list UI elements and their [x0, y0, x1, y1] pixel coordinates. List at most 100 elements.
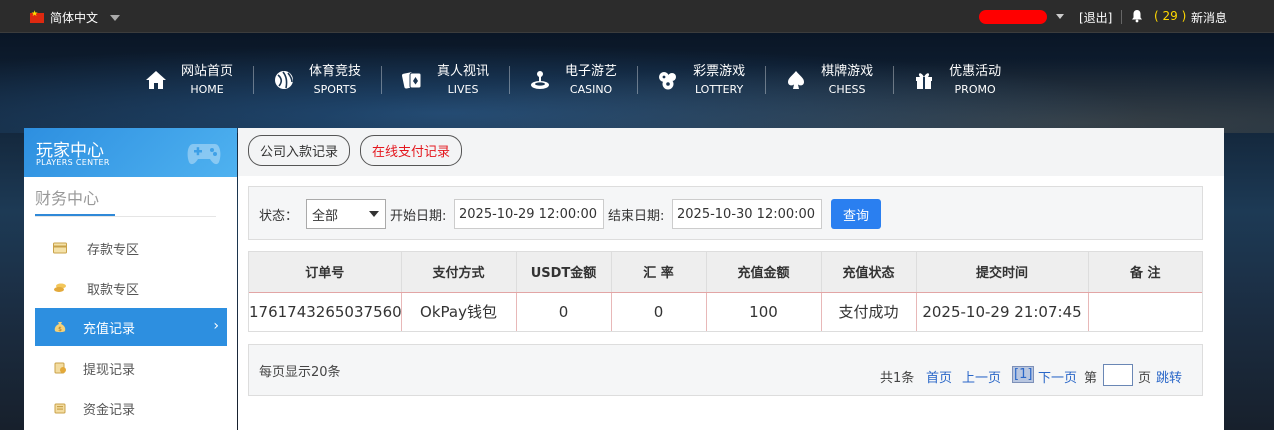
- tab-online-payment-records[interactable]: 在线支付记录: [360, 135, 462, 166]
- goto-prefix: 第: [1084, 371, 1098, 386]
- nav-item-home[interactable]: 网站首页 HOME: [125, 58, 253, 102]
- nav-item-chess[interactable]: 棋牌游戏 CHESS: [765, 58, 893, 102]
- nav-item-lottery[interactable]: 彩票游戏 LOTTERY: [637, 58, 765, 102]
- nav-label-zh: 棋牌游戏: [821, 64, 874, 79]
- header-recharge-amount: 充值金额: [706, 252, 822, 293]
- nav-label-en: LOTTERY: [694, 83, 744, 96]
- gift-icon: [916, 73, 933, 89]
- message-count[interactable]: ( 29 ): [1154, 9, 1186, 23]
- header-remark: 备 注: [1088, 252, 1202, 293]
- players-center-header: 玩家中心 PLAYERS CENTER: [24, 128, 237, 177]
- sidebar-item-label: 存款专区: [87, 242, 140, 258]
- sidebar-item-label: 充值记录: [83, 321, 136, 337]
- money-bag-icon: $: [54, 322, 66, 333]
- spade-icon: [788, 71, 805, 89]
- record-tabs: 公司入款记录 在线支付记录: [238, 128, 1224, 176]
- header-payment-method: 支付方式: [401, 252, 517, 293]
- header-usdt-amount: USDT金额: [516, 252, 612, 293]
- cell-recharge-status: 支付成功: [821, 292, 917, 331]
- jump-link[interactable]: 跳转: [1156, 367, 1182, 386]
- table-row: 1761743265037560 OkPay钱包 0 0 100 支付成功 20…: [249, 292, 1202, 331]
- nav-label-en: HOME: [190, 83, 224, 96]
- start-date-input[interactable]: 2025-10-29 12:00:00: [454, 199, 604, 229]
- language-selector[interactable]: 简体中文: [30, 9, 121, 26]
- finance-section-title: 财务中心: [35, 189, 100, 208]
- next-page-link[interactable]: 下一页: [1038, 367, 1077, 386]
- nav-label-zh: 彩票游戏: [693, 64, 746, 79]
- section-underline: [35, 214, 115, 216]
- sidebar-item-funds-records[interactable]: 资金记录: [35, 389, 227, 427]
- end-date-input[interactable]: 2025-10-30 12:00:00: [672, 199, 822, 229]
- header-recharge-status: 充值状态: [821, 252, 917, 293]
- ball-icon: [275, 71, 294, 89]
- nav-label-zh: 优惠活动: [949, 64, 1002, 79]
- home-icon: [146, 71, 166, 89]
- total-count: 共1条: [880, 371, 915, 386]
- end-date-label: 结束日期:: [608, 209, 665, 224]
- nav-label-zh: 网站首页: [181, 64, 234, 79]
- cell-recharge-amount: 100: [706, 292, 822, 331]
- funds-record-icon: [54, 403, 66, 414]
- players-center-subtitle: PLAYERS CENTER: [36, 158, 110, 167]
- deposit-card-icon: [53, 242, 67, 254]
- sidebar-item-label: 提现记录: [83, 362, 136, 378]
- status-select-value: 全部: [312, 208, 339, 224]
- cell-payment-method: OkPay钱包: [401, 292, 517, 331]
- cell-exchange-rate: 0: [611, 292, 707, 331]
- chevron-right-icon: ›: [213, 318, 219, 334]
- cell-usdt-amount: 0: [516, 292, 612, 331]
- tab-company-deposit-records[interactable]: 公司入款记录: [248, 135, 350, 166]
- divider: [1121, 10, 1122, 24]
- sidebar-item-deposit[interactable]: 存款专区: [35, 229, 227, 267]
- table-header-row: 订单号 支付方式 USDT金额 汇 率 充值金额 充值状态 提交时间 备 注: [249, 252, 1202, 293]
- redacted-username: [979, 10, 1047, 24]
- first-page-link[interactable]: 首页: [926, 367, 952, 386]
- per-page-text: 每页显示20条: [259, 365, 341, 380]
- records-table-wrapper: 订单号 支付方式 USDT金额 汇 率 充值金额 充值状态 提交时间 备 注 1…: [248, 251, 1203, 332]
- start-date-label: 开始日期:: [390, 209, 447, 224]
- current-page[interactable]: [1]: [1012, 366, 1035, 383]
- goto-suffix: 页: [1138, 371, 1152, 386]
- main-nav: 网站首页 HOME 体育竞技 SPORTS 真人视讯 LIVES 电子游艺 CASINO…: [125, 58, 1021, 102]
- nav-item-casino[interactable]: 电子游艺 CASINO: [509, 58, 637, 102]
- status-select[interactable]: 全部: [306, 199, 386, 229]
- new-messages-link[interactable]: 新消息: [1191, 9, 1227, 26]
- nav-label-zh: 体育竞技: [309, 64, 362, 79]
- chevron-down-icon: [369, 211, 379, 217]
- sidebar-item-recharge-records[interactable]: $ 充值记录 ›: [35, 308, 227, 346]
- sidebar-item-withdraw-records[interactable]: 提现记录: [35, 349, 227, 387]
- user-area: [退出] ( 29 ) 新消息: [944, 0, 1274, 33]
- nav-item-promo[interactable]: 优惠活动 PROMO: [893, 58, 1021, 102]
- header-exchange-rate: 汇 率: [611, 252, 707, 293]
- nav-label-en: CHESS: [828, 83, 866, 96]
- gamepad-icon: [187, 144, 221, 165]
- bell-icon[interactable]: [1130, 9, 1144, 23]
- pagination-bar: 每页显示20条 共1条 首页 上一页 [1] 下一页 第 页 跳转: [248, 344, 1203, 396]
- sidebar-item-withdraw[interactable]: 取款专区: [35, 269, 227, 307]
- nav-label-en: SPORTS: [313, 83, 357, 96]
- cell-order-no: 1761743265037560: [249, 292, 402, 331]
- withdraw-coins-icon: [54, 283, 66, 292]
- finance-section-header: 财务中心: [35, 185, 216, 217]
- sidebar-item-label: 资金记录: [83, 402, 136, 418]
- status-label: 状态：: [259, 209, 299, 224]
- main-panel: 公司入款记录 在线支付记录 状态： 全部 开始日期: 2025-10-29 12…: [238, 128, 1224, 430]
- goto-page-input[interactable]: [1103, 364, 1133, 386]
- joystick-icon: [531, 71, 550, 89]
- cards-icon: [402, 72, 422, 89]
- logout-link[interactable]: [退出]: [1079, 9, 1112, 26]
- nav-label-en: LIVES: [447, 83, 479, 96]
- nav-label-en: CASINO: [569, 83, 613, 96]
- nav-item-lives[interactable]: 真人视讯 LIVES: [381, 58, 509, 102]
- header-submit-time: 提交时间: [916, 252, 1089, 293]
- query-button[interactable]: 查询: [831, 199, 881, 229]
- sidebar-item-label: 取款专区: [87, 282, 140, 298]
- cell-submit-time: 2025-10-29 21:07:45: [916, 292, 1089, 331]
- user-menu-caret-icon[interactable]: [1056, 14, 1064, 19]
- cell-remark: [1088, 292, 1202, 331]
- nav-item-sports[interactable]: 体育竞技 SPORTS: [253, 58, 381, 102]
- withdraw-record-icon: [54, 362, 66, 374]
- nav-label-zh: 电子游艺: [565, 64, 618, 79]
- prev-page-link[interactable]: 上一页: [962, 367, 1001, 386]
- top-bar: 简体中文 [退出] ( 29 ) 新消息: [0, 0, 1274, 33]
